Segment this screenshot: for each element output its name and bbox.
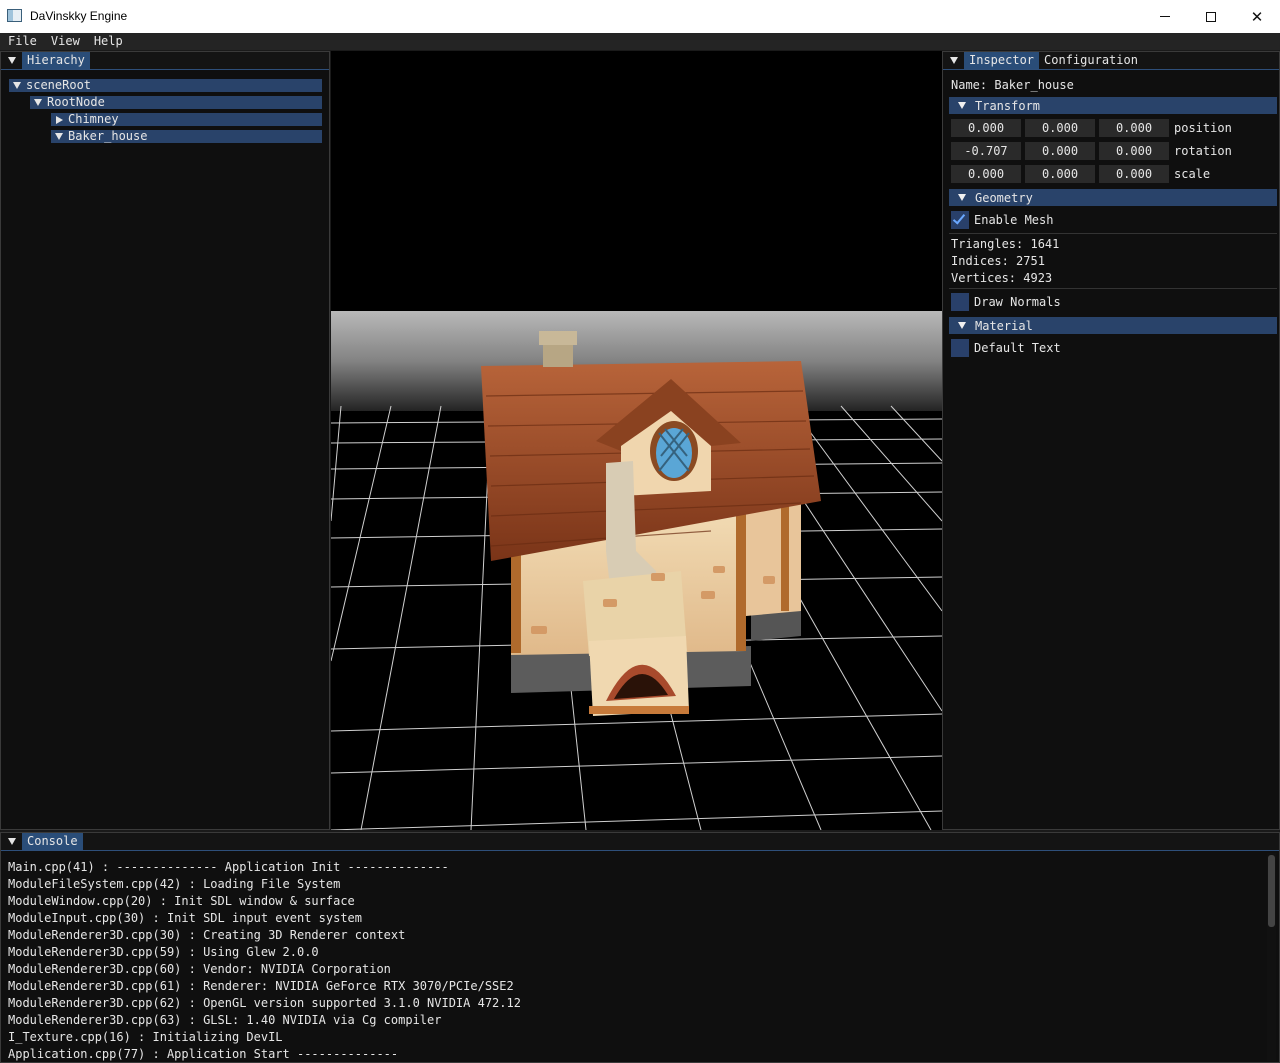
hierarchy-panel: Hierachy sceneRoot RootNode Chimney Bake… (0, 51, 330, 830)
collapse-icon[interactable] (8, 838, 16, 845)
hierarchy-header: Hierachy (1, 52, 329, 70)
console-line: ModuleRenderer3D.cpp(62) : OpenGL versio… (8, 996, 521, 1010)
section-title: Geometry (975, 190, 1033, 205)
default-text-checkbox[interactable] (951, 339, 969, 357)
expand-arrow-icon (958, 194, 966, 201)
maximize-icon (1206, 11, 1216, 22)
material-header[interactable]: Material (949, 317, 1277, 334)
collapsed-arrow-icon[interactable] (56, 115, 63, 124)
collapse-icon[interactable] (8, 57, 16, 64)
close-button[interactable]: ✕ (1234, 0, 1280, 33)
enable-mesh-checkbox[interactable] (951, 211, 969, 229)
section-title: Transform (975, 98, 1041, 113)
minimize-button[interactable] (1142, 0, 1188, 33)
enable-mesh-label: Enable Mesh (974, 213, 1054, 227)
console-panel: Console Main.cpp(41) : -------------- Ap… (0, 832, 1280, 1063)
expand-arrow-icon[interactable] (34, 99, 42, 106)
tree-node-label: Chimney (68, 112, 119, 126)
tree-node-baker-house[interactable]: Baker_house (51, 130, 322, 143)
geometry-header[interactable]: Geometry (949, 189, 1277, 206)
console-line: ModuleRenderer3D.cpp(60) : Vendor: NVIDI… (8, 962, 391, 976)
scale-y-field[interactable]: 0.000 (1025, 165, 1095, 183)
window-title: DaVinskky Engine (30, 9, 128, 23)
position-x-field[interactable]: 0.000 (951, 119, 1021, 137)
object-name: Name: Baker_house (951, 78, 1074, 92)
minimize-icon (1160, 16, 1170, 17)
scene-viewport[interactable] (331, 51, 942, 830)
collapse-icon[interactable] (950, 57, 958, 64)
tab-hierarchy[interactable]: Hierachy (22, 52, 90, 69)
console-scrollbar[interactable] (1267, 853, 1276, 1061)
tab-configuration[interactable]: Configuration (1039, 52, 1143, 69)
close-icon: ✕ (1250, 8, 1264, 26)
tree-node-label: sceneRoot (26, 78, 92, 92)
console-line: ModuleFileSystem.cpp(42) : Loading File … (8, 877, 341, 891)
tab-inspector[interactable]: Inspector (964, 52, 1040, 69)
expand-arrow-icon (958, 102, 966, 109)
divider (949, 288, 1277, 289)
divider (949, 233, 1277, 234)
position-y-field[interactable]: 0.000 (1025, 119, 1095, 137)
tree-node-sceneroot[interactable]: sceneRoot (9, 79, 322, 92)
console-line: ModuleRenderer3D.cpp(59) : Using Glew 2.… (8, 945, 319, 959)
console-log: Main.cpp(41) : -------------- Applicatio… (8, 859, 1263, 1063)
position-label: position (1174, 121, 1232, 135)
title-bar: DaVinskky Engine ✕ (0, 0, 1280, 33)
console-line: Main.cpp(41) : -------------- Applicatio… (8, 860, 449, 874)
tree-node-chimney[interactable]: Chimney (51, 113, 322, 126)
menu-help[interactable]: Help (88, 33, 129, 50)
inspector-header: Inspector Configuration (943, 52, 1279, 70)
position-z-field[interactable]: 0.000 (1099, 119, 1169, 137)
default-text-label: Default Text (974, 341, 1061, 355)
rotation-label: rotation (1174, 144, 1232, 158)
draw-normals-checkbox[interactable] (951, 293, 969, 311)
vertices-count: Vertices: 4923 (951, 271, 1053, 285)
expand-arrow-icon[interactable] (55, 133, 63, 140)
console-line: I_Texture.cpp(16) : Initializing DevIL (8, 1030, 283, 1044)
menu-file[interactable]: File (2, 33, 43, 50)
console-line: Application.cpp(77) : Application Start … (8, 1047, 399, 1061)
triangles-count: Triangles: 1641 (951, 237, 1060, 251)
menu-view[interactable]: View (45, 33, 86, 50)
console-line: ModuleRenderer3D.cpp(30) : Creating 3D R… (8, 928, 406, 942)
rotation-x-field[interactable]: -0.707 (951, 142, 1021, 160)
scale-z-field[interactable]: 0.000 (1099, 165, 1169, 183)
scale-x-field[interactable]: 0.000 (951, 165, 1021, 183)
rotation-y-field[interactable]: 0.000 (1025, 142, 1095, 160)
console-line: ModuleWindow.cpp(20) : Init SDL window &… (8, 894, 355, 908)
maximize-button[interactable] (1188, 0, 1234, 33)
indices-count: Indices: 2751 (951, 254, 1045, 268)
inspector-panel: Inspector Configuration Name: Baker_hous… (942, 51, 1280, 830)
tree-node-rootnode[interactable]: RootNode (30, 96, 322, 109)
baker-house-model[interactable] (481, 331, 821, 716)
console-line: ModuleRenderer3D.cpp(61) : Renderer: NVI… (8, 979, 514, 993)
tree-node-label: RootNode (47, 95, 105, 109)
section-title: Material (975, 318, 1033, 333)
tab-console[interactable]: Console (22, 833, 83, 850)
console-line: ModuleInput.cpp(30) : Init SDL input eve… (8, 911, 363, 925)
console-line: ModuleRenderer3D.cpp(63) : GLSL: 1.40 NV… (8, 1013, 442, 1027)
scrollbar-thumb[interactable] (1268, 855, 1275, 927)
app-icon (7, 9, 22, 22)
menu-bar: File View Help (0, 33, 1280, 50)
tree-node-label: Baker_house (68, 129, 148, 143)
scale-label: scale (1174, 167, 1211, 181)
rotation-z-field[interactable]: 0.000 (1099, 142, 1169, 160)
console-header: Console (1, 833, 1279, 851)
transform-header[interactable]: Transform (949, 97, 1277, 114)
draw-normals-label: Draw Normals (974, 295, 1061, 309)
viewport-render (331, 311, 942, 830)
expand-arrow-icon[interactable] (13, 82, 21, 89)
checkmark-icon (952, 211, 966, 225)
expand-arrow-icon (958, 322, 966, 329)
